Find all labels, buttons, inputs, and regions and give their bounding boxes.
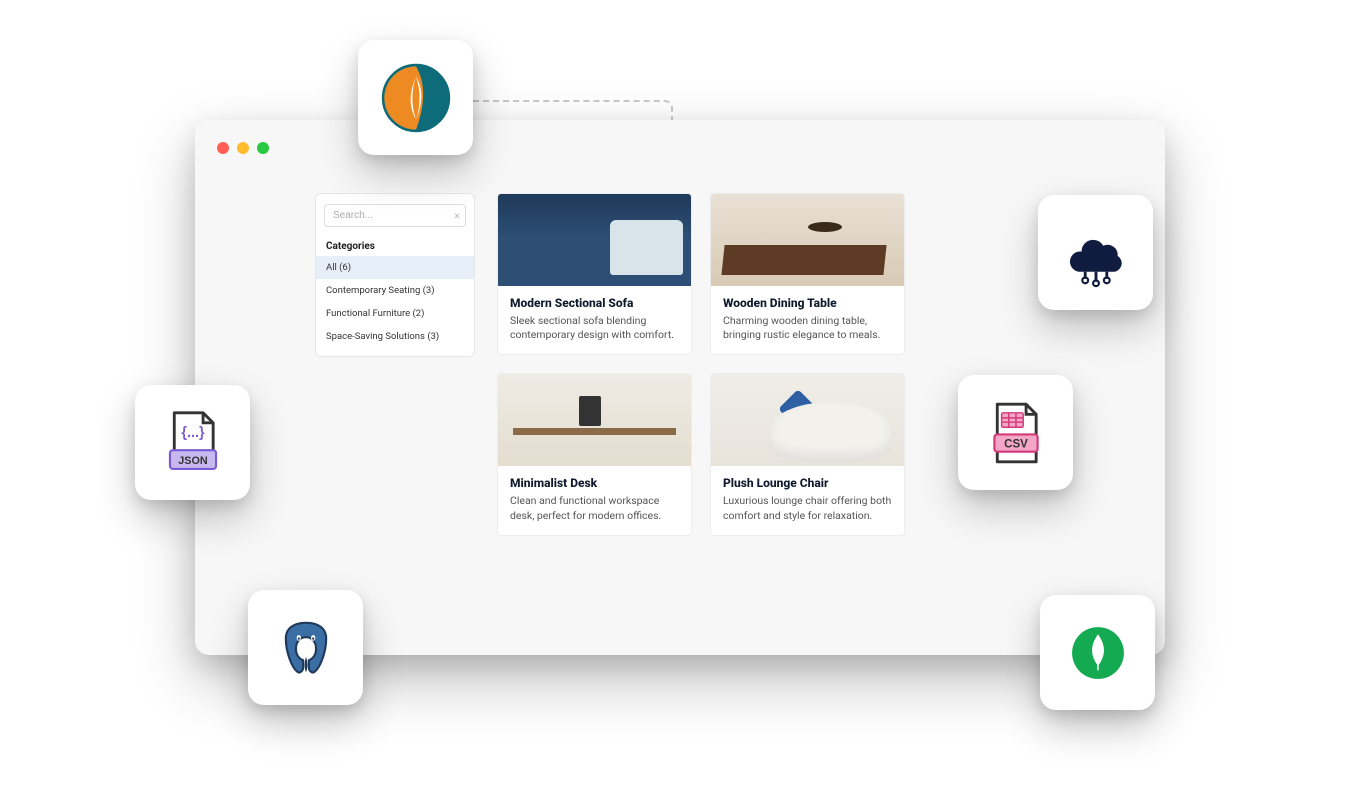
- product-title: Modern Sectional Sofa: [510, 296, 679, 310]
- mysql-icon: [380, 62, 452, 134]
- csv-icon: CSV: [980, 397, 1052, 469]
- product-card[interactable]: Minimalist Desk Clean and functional wor…: [497, 373, 692, 535]
- product-body: Modern Sectional Sofa Sleek sectional so…: [498, 286, 691, 354]
- sidebar-heading: Categories: [316, 235, 474, 256]
- sidebar-panel: × Categories All (6) Contemporary Seatin…: [315, 193, 475, 357]
- product-description: Luxurious lounge chair offering both com…: [723, 494, 892, 522]
- product-card[interactable]: Plush Lounge Chair Luxurious lounge chai…: [710, 373, 905, 535]
- product-description: Sleek sectional sofa blending contempora…: [510, 314, 679, 342]
- product-title: Wooden Dining Table: [723, 296, 892, 310]
- window-minimize-button[interactable]: [237, 142, 249, 154]
- product-title: Plush Lounge Chair: [723, 476, 892, 490]
- integration-tile-mysql[interactable]: [358, 40, 473, 155]
- cloud-icon: [1060, 217, 1132, 289]
- product-image: [498, 374, 691, 466]
- category-item-space-saving[interactable]: Space-Saving Solutions (3): [316, 325, 474, 348]
- category-item-functional-furniture[interactable]: Functional Furniture (2): [316, 302, 474, 325]
- integration-tile-json[interactable]: {...} JSON: [135, 385, 250, 500]
- product-body: Wooden Dining Table Charming wooden dini…: [711, 286, 904, 354]
- search-wrap: ×: [324, 204, 466, 227]
- window-maximize-button[interactable]: [257, 142, 269, 154]
- svg-text:{...}: {...}: [181, 425, 205, 441]
- product-body: Minimalist Desk Clean and functional wor…: [498, 466, 691, 534]
- integration-tile-csv[interactable]: CSV: [958, 375, 1073, 490]
- clear-icon[interactable]: ×: [454, 209, 460, 222]
- product-image: [498, 194, 691, 286]
- product-description: Clean and functional workspace desk, per…: [510, 494, 679, 522]
- product-card[interactable]: Wooden Dining Table Charming wooden dini…: [710, 193, 905, 355]
- integration-tile-postgres[interactable]: [248, 590, 363, 705]
- json-icon: {...} JSON: [157, 407, 229, 479]
- product-description: Charming wooden dining table, bringing r…: [723, 314, 892, 342]
- product-image: [711, 194, 904, 286]
- svg-text:CSV: CSV: [1004, 438, 1028, 450]
- product-image: [711, 374, 904, 466]
- category-list: All (6) Contemporary Seating (3) Functio…: [316, 256, 474, 348]
- integration-tile-cloud[interactable]: [1038, 195, 1153, 310]
- product-grid: Modern Sectional Sofa Sleek sectional so…: [497, 193, 905, 536]
- product-title: Minimalist Desk: [510, 476, 679, 490]
- product-card[interactable]: Modern Sectional Sofa Sleek sectional so…: [497, 193, 692, 355]
- category-item-all[interactable]: All (6): [316, 256, 474, 279]
- search-input[interactable]: [324, 204, 466, 227]
- svg-text:JSON: JSON: [178, 454, 208, 466]
- category-item-contemporary-seating[interactable]: Contemporary Seating (3): [316, 279, 474, 302]
- product-body: Plush Lounge Chair Luxurious lounge chai…: [711, 466, 904, 534]
- window-controls: [217, 142, 269, 154]
- mongodb-icon: [1062, 617, 1134, 689]
- postgres-icon: [270, 612, 342, 684]
- window-close-button[interactable]: [217, 142, 229, 154]
- integration-tile-mongo[interactable]: [1040, 595, 1155, 710]
